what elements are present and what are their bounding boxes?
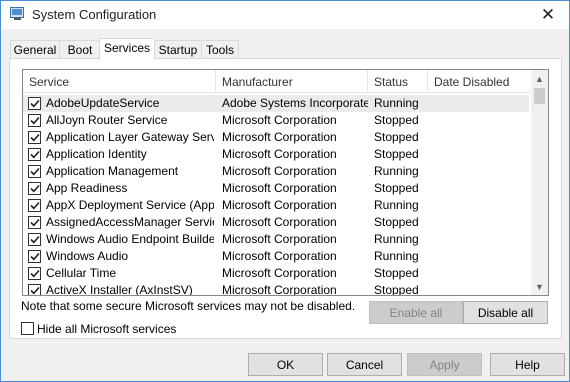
service-row[interactable]: App Readiness Microsoft Corporation Stoppe… [23, 180, 529, 197]
tab-label: Boot [67, 43, 93, 57]
service-checkbox[interactable] [28, 165, 41, 178]
service-status: Stopped [374, 266, 419, 280]
tab-startup[interactable]: Startup [154, 40, 202, 59]
column-header-service[interactable]: Service [23, 70, 216, 93]
services-panel: Service Manufacturer Status Date Disable… [9, 58, 562, 339]
service-name: AllJoyn Router Service [46, 113, 168, 127]
service-manufacturer: Microsoft Corporation [222, 113, 337, 127]
service-status: Running [374, 249, 419, 263]
service-manufacturer: Microsoft Corporation [222, 147, 337, 161]
service-manufacturer: Microsoft Corporation [222, 266, 337, 280]
service-checkbox[interactable] [28, 216, 41, 229]
column-header-status[interactable]: Status [368, 70, 428, 93]
chevron-down-icon[interactable]: ▼ [531, 278, 548, 295]
service-name: Windows Audio Endpoint Builder [46, 232, 214, 246]
hide-ms-services-checkbox[interactable] [21, 322, 34, 335]
service-status: Running [374, 198, 419, 212]
service-manufacturer: Microsoft Corporation [222, 215, 337, 229]
chevron-up-icon[interactable]: ▲ [531, 70, 548, 87]
help-button[interactable]: Help [490, 353, 565, 376]
tab-tools[interactable]: Tools [201, 40, 239, 59]
service-row[interactable]: AdobeUpdateService Adobe Systems Incorpor… [23, 95, 529, 112]
service-name: AppX Deployment Service (AppX... [46, 198, 214, 212]
service-name: Cellular Time [46, 266, 117, 280]
secure-services-note: Note that some secure Microsoft services… [21, 299, 356, 313]
tab-label: Startup [158, 43, 198, 57]
service-name: App Readiness [46, 181, 128, 195]
service-manufacturer: Adobe Systems Incorporated [222, 96, 368, 110]
service-row[interactable]: Cellular Time Microsoft Corporation Stoppe… [23, 265, 529, 282]
service-name: Application Identity [46, 147, 147, 161]
list-header: Service Manufacturer Status Date Disable… [23, 70, 533, 93]
service-manufacturer: Microsoft Corporation [222, 283, 337, 296]
tab-boot[interactable]: Boot [59, 40, 101, 59]
apply-button[interactable]: Apply [407, 353, 482, 376]
service-row[interactable]: Application Layer Gateway Service Microso… [23, 129, 529, 146]
cancel-button[interactable]: Cancel [327, 353, 402, 376]
close-button[interactable]: ✕ [527, 1, 569, 29]
service-row[interactable]: Application Management Microsoft Corporat… [23, 163, 529, 180]
service-status: Running [374, 96, 419, 110]
disable-all-button[interactable]: Disable all [463, 301, 548, 324]
vertical-scrollbar[interactable]: ▲ ▼ [531, 70, 548, 295]
service-name: Application Layer Gateway Service [46, 130, 214, 144]
service-checkbox[interactable] [28, 182, 41, 195]
service-row[interactable]: AllJoyn Router Service Microsoft Corporat… [23, 112, 529, 129]
ok-button[interactable]: OK [248, 353, 323, 376]
service-checkbox[interactable] [28, 97, 41, 110]
service-checkbox[interactable] [28, 131, 41, 144]
title-bar: System Configuration ✕ [1, 1, 569, 29]
tab-label: Services [103, 41, 150, 55]
close-icon: ✕ [540, 5, 556, 24]
tab-general[interactable]: General [10, 40, 60, 59]
enable-all-button[interactable]: Enable all [369, 301, 463, 324]
service-row[interactable]: AssignedAccessManager Service Microsoft C… [23, 214, 529, 231]
service-manufacturer: Microsoft Corporation [222, 164, 337, 178]
service-manufacturer: Microsoft Corporation [222, 249, 337, 263]
services-list[interactable]: Service Manufacturer Status Date Disable… [22, 69, 549, 296]
tab-label: Tools [205, 43, 234, 57]
service-checkbox[interactable] [28, 233, 41, 246]
service-name: AdobeUpdateService [46, 96, 160, 110]
service-name: Windows Audio [46, 249, 129, 263]
service-manufacturer: Microsoft Corporation [222, 198, 337, 212]
service-status: Running [374, 232, 419, 246]
tab-services[interactable]: Services [99, 38, 155, 60]
column-header-date-disabled[interactable]: Date Disabled [428, 70, 533, 93]
scrollbar-thumb[interactable] [534, 88, 545, 104]
service-manufacturer: Microsoft Corporation [222, 232, 337, 246]
column-header-manufacturer[interactable]: Manufacturer [216, 70, 368, 93]
service-status: Stopped [374, 147, 419, 161]
service-status: Stopped [374, 113, 419, 127]
msconfig-app-icon [10, 7, 25, 20]
service-status: Stopped [374, 215, 419, 229]
service-row[interactable]: ActiveX Installer (AxInstSV) Microsoft Co… [23, 282, 529, 296]
service-checkbox[interactable] [28, 114, 41, 127]
service-name: AssignedAccessManager Service [46, 215, 214, 229]
system-configuration-window: System Configuration ✕ General Boot Serv… [0, 0, 570, 382]
service-manufacturer: Microsoft Corporation [222, 181, 337, 195]
service-status: Running [374, 164, 419, 178]
service-checkbox[interactable] [28, 284, 41, 295]
service-status: Stopped [374, 283, 419, 296]
service-status: Stopped [374, 181, 419, 195]
service-manufacturer: Microsoft Corporation [222, 130, 337, 144]
service-row[interactable]: Application Identity Microsoft Corporatio… [23, 146, 529, 163]
service-row[interactable]: Windows Audio Microsoft Corporation Runnin… [23, 248, 529, 265]
service-name: Application Management [46, 164, 179, 178]
service-status: Stopped [374, 130, 419, 144]
service-name: ActiveX Installer (AxInstSV) [46, 283, 193, 296]
hide-ms-services-label: Hide all Microsoft services [37, 322, 177, 336]
window-title: System Configuration [32, 7, 157, 22]
service-row[interactable]: Windows Audio Endpoint Builder Microsoft … [23, 231, 529, 248]
service-checkbox[interactable] [28, 267, 41, 280]
service-checkbox[interactable] [28, 250, 41, 263]
service-checkbox[interactable] [28, 148, 41, 161]
tab-label: General [13, 43, 57, 57]
service-checkbox[interactable] [28, 199, 41, 212]
service-row[interactable]: AppX Deployment Service (AppX... Microsof… [23, 197, 529, 214]
